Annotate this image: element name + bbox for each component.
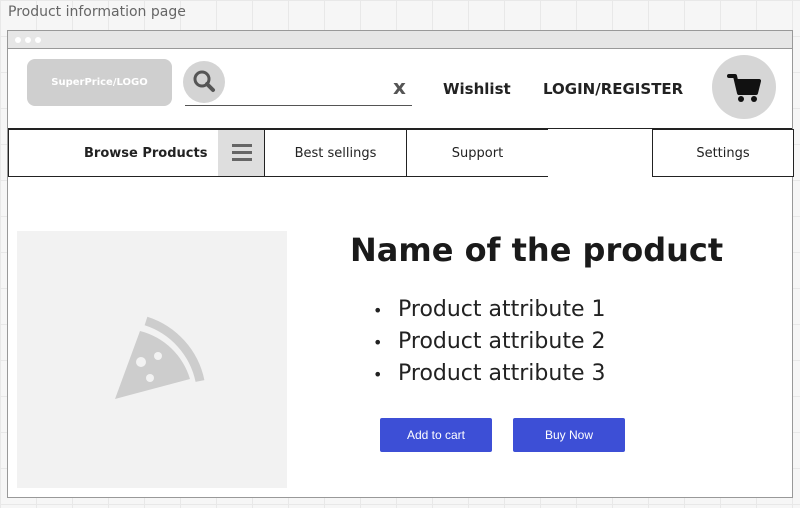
product-attribute: • Product attribute 1 — [373, 297, 606, 322]
menu-item-support[interactable]: Support — [406, 129, 549, 177]
wishlist-link[interactable]: Wishlist — [443, 80, 511, 98]
main-menu: Browse Products Best sellings Support Se… — [8, 129, 794, 177]
hamburger-icon — [232, 144, 252, 161]
search-input[interactable] — [230, 65, 384, 101]
menu-item-best-sellings[interactable]: Best sellings — [264, 129, 407, 177]
login-register-link[interactable]: LOGIN/REGISTER — [543, 80, 683, 98]
product-image — [17, 231, 287, 488]
cart-icon — [727, 74, 761, 102]
window-titlebar — [8, 31, 792, 49]
page-label: Product information page — [8, 4, 186, 20]
search-button[interactable] — [183, 61, 225, 103]
menu-item-settings[interactable]: Settings — [652, 129, 794, 177]
product-attribute-list: • Product attribute 1 • Product attribute … — [373, 294, 605, 390]
product-attribute: • Product attribute 3 — [373, 361, 606, 386]
menu-toggle-button[interactable] — [218, 130, 265, 176]
product-title: Name of the product — [350, 231, 724, 269]
menu-item-empty[interactable] — [548, 129, 654, 177]
window-dot — [35, 37, 41, 43]
window-dot — [15, 37, 21, 43]
clear-search-button[interactable]: x — [393, 77, 406, 97]
browser-window: SuperPrice/LOGO x Wishlist LOGIN/REGISTE… — [7, 30, 794, 498]
site-header: SuperPrice/LOGO x Wishlist LOGIN/REGISTE… — [8, 49, 792, 129]
site-logo[interactable]: SuperPrice/LOGO — [27, 59, 172, 106]
window-dot — [25, 37, 31, 43]
browse-products-menu[interactable]: Browse Products — [8, 129, 265, 177]
search-icon — [193, 70, 215, 92]
buy-now-button[interactable]: Buy Now — [513, 418, 625, 452]
search-underline — [185, 105, 412, 106]
product-attribute: • Product attribute 2 — [373, 329, 606, 354]
browse-products-label: Browse Products — [84, 145, 208, 161]
pizza-slice-icon — [115, 316, 205, 399]
cart-button[interactable] — [712, 55, 776, 119]
add-to-cart-button[interactable]: Add to cart — [380, 418, 492, 452]
